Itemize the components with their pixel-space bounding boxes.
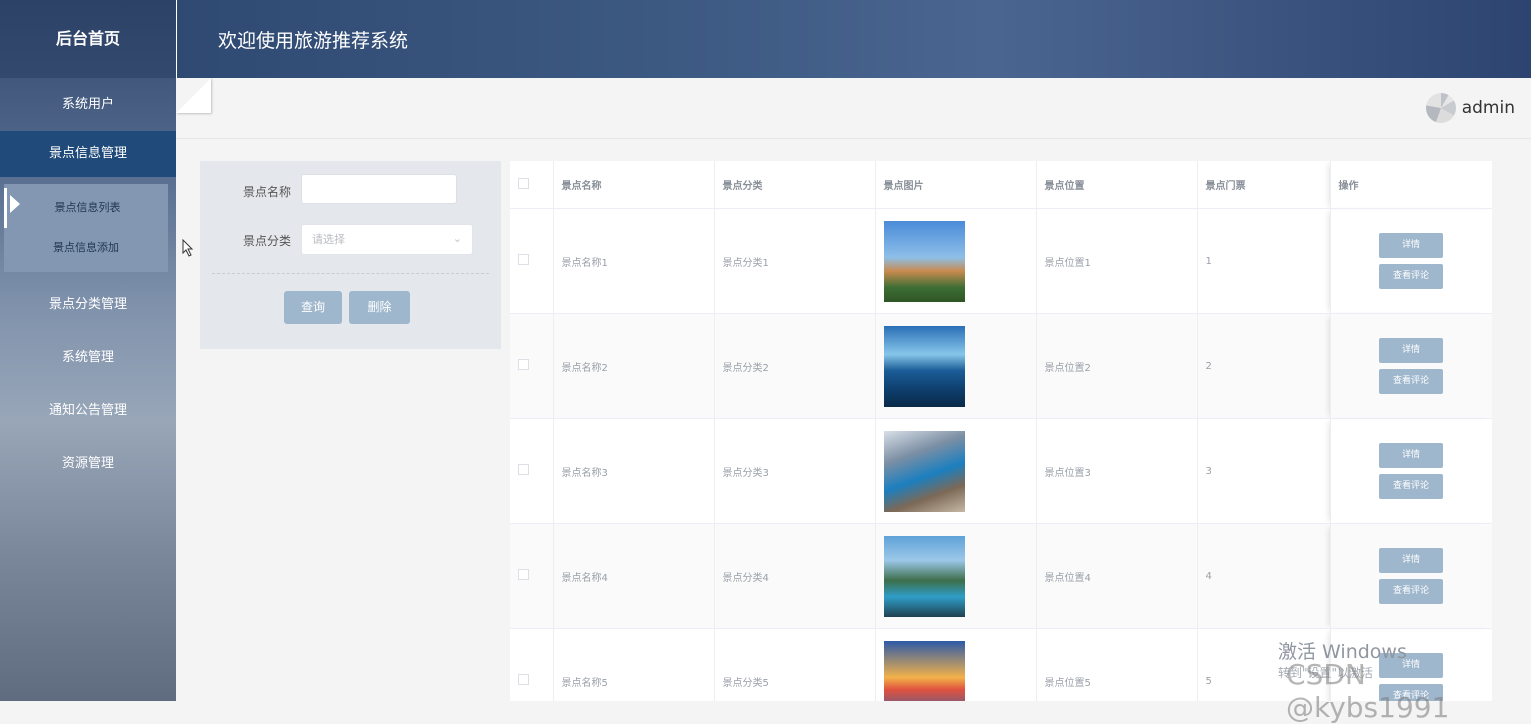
csdn-watermark: CSDN @kybs1991 <box>1286 658 1450 724</box>
cell-name: 景点名称1 <box>553 208 715 314</box>
select-all-cell <box>510 161 554 209</box>
attraction-thumbnail[interactable] <box>883 220 965 302</box>
row-checkbox[interactable] <box>518 674 529 685</box>
name-input[interactable] <box>301 174 457 204</box>
cell-name: 景点名称3 <box>553 418 715 524</box>
detail-button[interactable]: 详情 <box>1379 548 1443 573</box>
category-select[interactable]: 请选择 ⌄ <box>301 224 473 255</box>
sidebar-submenu: 景点信息列表 景点信息添加 <box>4 184 168 272</box>
sidebar-subitem-attraction-add[interactable]: 景点信息添加 <box>4 228 168 268</box>
row-select-cell <box>510 208 554 314</box>
cell-image <box>875 628 1037 701</box>
header-category[interactable]: 景点分类 <box>714 161 876 209</box>
cell-actions: 详情 查看评论 <box>1330 523 1492 629</box>
row-checkbox[interactable] <box>518 464 529 475</box>
cell-ticket: 2 <box>1197 313 1331 419</box>
attraction-thumbnail[interactable] <box>883 535 965 617</box>
sidebar-item-attraction-info[interactable]: 景点信息管理 <box>0 131 176 177</box>
row-checkbox[interactable] <box>518 359 529 370</box>
cell-image <box>875 523 1037 629</box>
cell-actions: 详情 查看评论 <box>1330 313 1492 419</box>
user-menu[interactable]: admin <box>1425 92 1515 124</box>
cell-category: 景点分类5 <box>714 628 876 701</box>
cell-ticket: 4 <box>1197 523 1331 629</box>
header-name[interactable]: 景点名称 <box>553 161 715 209</box>
cell-ticket: 3 <box>1197 418 1331 524</box>
sidebar-item-system[interactable]: 系统管理 <box>0 331 176 384</box>
sidebar-item-resource[interactable]: 资源管理 <box>0 437 176 490</box>
view-comments-button[interactable]: 查看评论 <box>1379 369 1443 394</box>
view-comments-button[interactable]: 查看评论 <box>1379 264 1443 289</box>
cell-location: 景点位置4 <box>1036 523 1198 629</box>
chevron-down-icon: ⌄ <box>452 232 462 245</box>
table-header-row: 景点名称 景点分类 景点图片 景点位置 景点门票 操作 <box>510 161 1492 209</box>
cell-location: 景点位置3 <box>1036 418 1198 524</box>
cell-actions: 详情 查看评论 <box>1330 418 1492 524</box>
cell-image <box>875 418 1037 524</box>
header-image[interactable]: 景点图片 <box>875 161 1037 209</box>
page-title: 欢迎使用旅游推荐系统 <box>218 30 409 52</box>
row-checkbox[interactable] <box>518 569 529 580</box>
collapse-toggle-icon[interactable] <box>176 78 211 113</box>
header-ticket[interactable]: 景点门票 <box>1197 161 1331 209</box>
row-select-cell <box>510 523 554 629</box>
row-select-cell <box>510 418 554 524</box>
cell-location: 景点位置2 <box>1036 313 1198 419</box>
table-row: 景点名称1 景点分类1 景点位置1 1 详情 查看评论 <box>510 208 1492 314</box>
sidebar: 后台首页 系统用户 景点信息管理 景点信息列表 景点信息添加 景点分类管理 系统… <box>0 0 176 701</box>
cell-category: 景点分类3 <box>714 418 876 524</box>
cell-category: 景点分类4 <box>714 523 876 629</box>
sidebar-item-notice[interactable]: 通知公告管理 <box>0 384 176 437</box>
current-indicator-icon <box>10 195 20 213</box>
data-table: 景点名称 景点分类 景点图片 景点位置 景点门票 操作 景点名称1 景点分类1 … <box>510 161 1492 701</box>
row-select-cell <box>510 628 554 701</box>
sidebar-item-system-users[interactable]: 系统用户 <box>0 78 176 131</box>
topbar: admin <box>176 78 1531 139</box>
search-panel: 景点名称 景点分类 请选择 ⌄ 查询 删除 <box>200 161 501 349</box>
table-row: 景点名称4 景点分类4 景点位置4 4 详情 查看评论 <box>510 523 1492 629</box>
username[interactable]: admin <box>1462 98 1515 118</box>
category-placeholder: 请选择 <box>312 233 345 246</box>
cell-name: 景点名称2 <box>553 313 715 419</box>
mouse-cursor-icon <box>182 239 194 257</box>
detail-button[interactable]: 详情 <box>1379 233 1443 258</box>
cell-location: 景点位置5 <box>1036 628 1198 701</box>
category-label: 景点分类 <box>243 234 292 248</box>
view-comments-button[interactable]: 查看评论 <box>1379 474 1443 499</box>
cell-image <box>875 208 1037 314</box>
detail-button[interactable]: 详情 <box>1379 443 1443 468</box>
sidebar-item-category[interactable]: 景点分类管理 <box>0 278 176 331</box>
row-checkbox[interactable] <box>518 254 529 265</box>
detail-button[interactable]: 详情 <box>1379 338 1443 363</box>
delete-button[interactable]: 删除 <box>349 291 410 324</box>
cell-name: 景点名称4 <box>553 523 715 629</box>
header: 欢迎使用旅游推荐系统 <box>176 0 1531 78</box>
divider <box>212 273 489 274</box>
select-all-checkbox[interactable] <box>518 177 529 189</box>
cell-location: 景点位置1 <box>1036 208 1198 314</box>
table-row: 景点名称2 景点分类2 景点位置2 2 详情 查看评论 <box>510 313 1492 419</box>
attraction-thumbnail[interactable] <box>883 430 965 512</box>
query-button[interactable]: 查询 <box>284 291 342 324</box>
cell-name: 景点名称5 <box>553 628 715 701</box>
name-label: 景点名称 <box>243 185 292 199</box>
view-comments-button[interactable]: 查看评论 <box>1379 579 1443 604</box>
cell-image <box>875 313 1037 419</box>
sidebar-brand[interactable]: 后台首页 <box>0 0 176 78</box>
cell-category: 景点分类2 <box>714 313 876 419</box>
row-select-cell <box>510 313 554 419</box>
attraction-thumbnail[interactable] <box>883 325 965 407</box>
attraction-thumbnail[interactable] <box>883 640 965 701</box>
header-actions: 操作 <box>1330 161 1492 209</box>
avatar[interactable] <box>1425 93 1456 123</box>
cell-ticket: 1 <box>1197 208 1331 314</box>
header-location[interactable]: 景点位置 <box>1036 161 1198 209</box>
cell-category: 景点分类1 <box>714 208 876 314</box>
table-row: 景点名称3 景点分类3 景点位置3 3 详情 查看评论 <box>510 418 1492 524</box>
sidebar-subitem-attraction-list[interactable]: 景点信息列表 <box>4 188 168 228</box>
cell-actions: 详情 查看评论 <box>1330 208 1492 314</box>
